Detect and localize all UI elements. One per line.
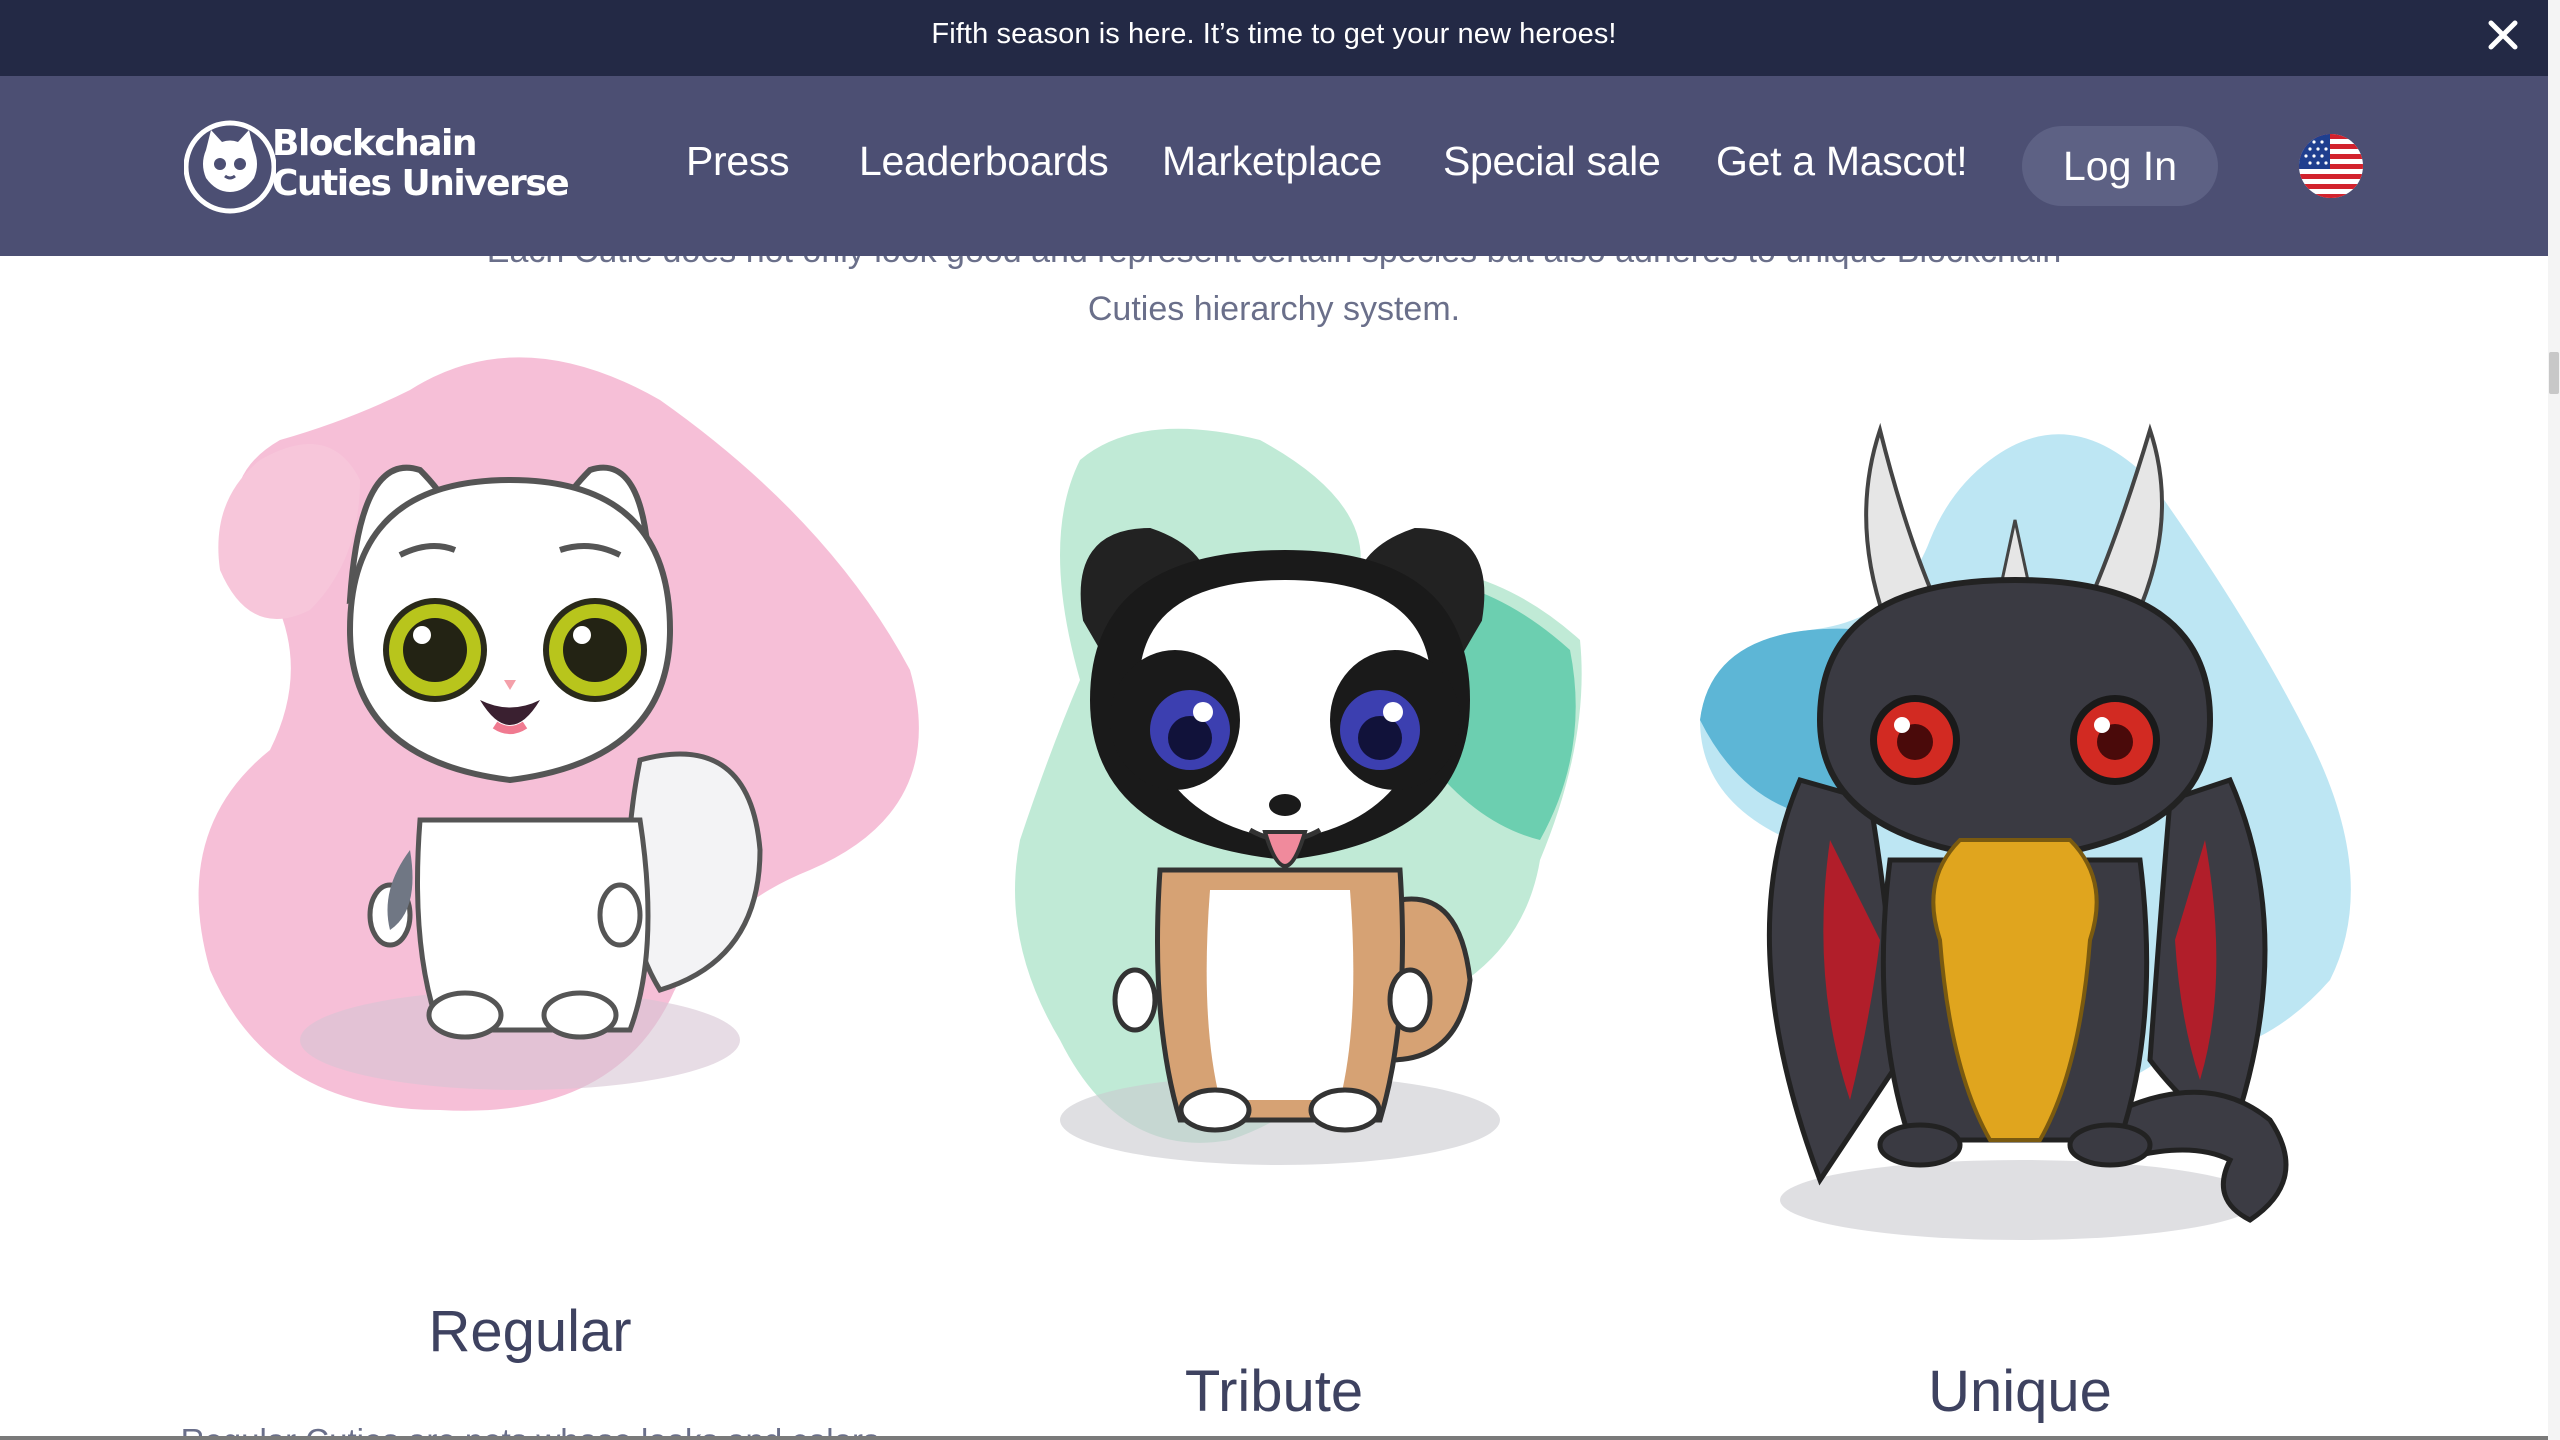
logo-line2: Cuties Universe	[272, 163, 570, 204]
card-title-unique: Unique	[1928, 1359, 2112, 1424]
announcement-text: Fifth season is here. It’s time to get y…	[931, 18, 1617, 50]
nav-special-sale[interactable]: Special sale	[1443, 136, 1661, 186]
card-title-regular: Regular	[428, 1299, 632, 1364]
page-bottom-divider	[0, 1436, 2548, 1440]
page-scrollbar[interactable]	[2548, 0, 2560, 1440]
close-announcement-button[interactable]	[2480, 12, 2526, 58]
login-button[interactable]: Log In	[2022, 126, 2218, 206]
regular-cutie-image	[198, 357, 919, 1111]
logo-cat-icon	[184, 120, 276, 214]
nav-marketplace[interactable]: Marketplace	[1162, 136, 1382, 186]
nav-leaderboards[interactable]: Leaderboards	[859, 136, 1109, 186]
scrollbar-thumb[interactable]	[2549, 352, 2559, 394]
site-logo[interactable]: Blockchain Cuties Universe	[184, 106, 570, 228]
site-header: Blockchain Cuties Universe Press Leaderb…	[0, 76, 2548, 256]
tribute-cutie-image	[1015, 428, 1582, 1165]
card-title-tribute: Tribute	[1184, 1359, 1364, 1424]
nav-get-a-mascot[interactable]: Get a Mascot!	[1716, 136, 1968, 186]
announcement-bar: Fifth season is here. It’s time to get y…	[0, 0, 2548, 76]
logo-text: Blockchain Cuties Universe	[272, 123, 570, 204]
logo-line1: Blockchain	[272, 123, 478, 164]
close-icon	[2488, 20, 2518, 50]
unique-cutie-image	[1700, 422, 2351, 1240]
nav-press[interactable]: Press	[686, 136, 790, 186]
us-flag-icon[interactable]	[2298, 126, 2364, 206]
intro-text-line2: Cuties hierarchy system.	[1087, 290, 1461, 328]
